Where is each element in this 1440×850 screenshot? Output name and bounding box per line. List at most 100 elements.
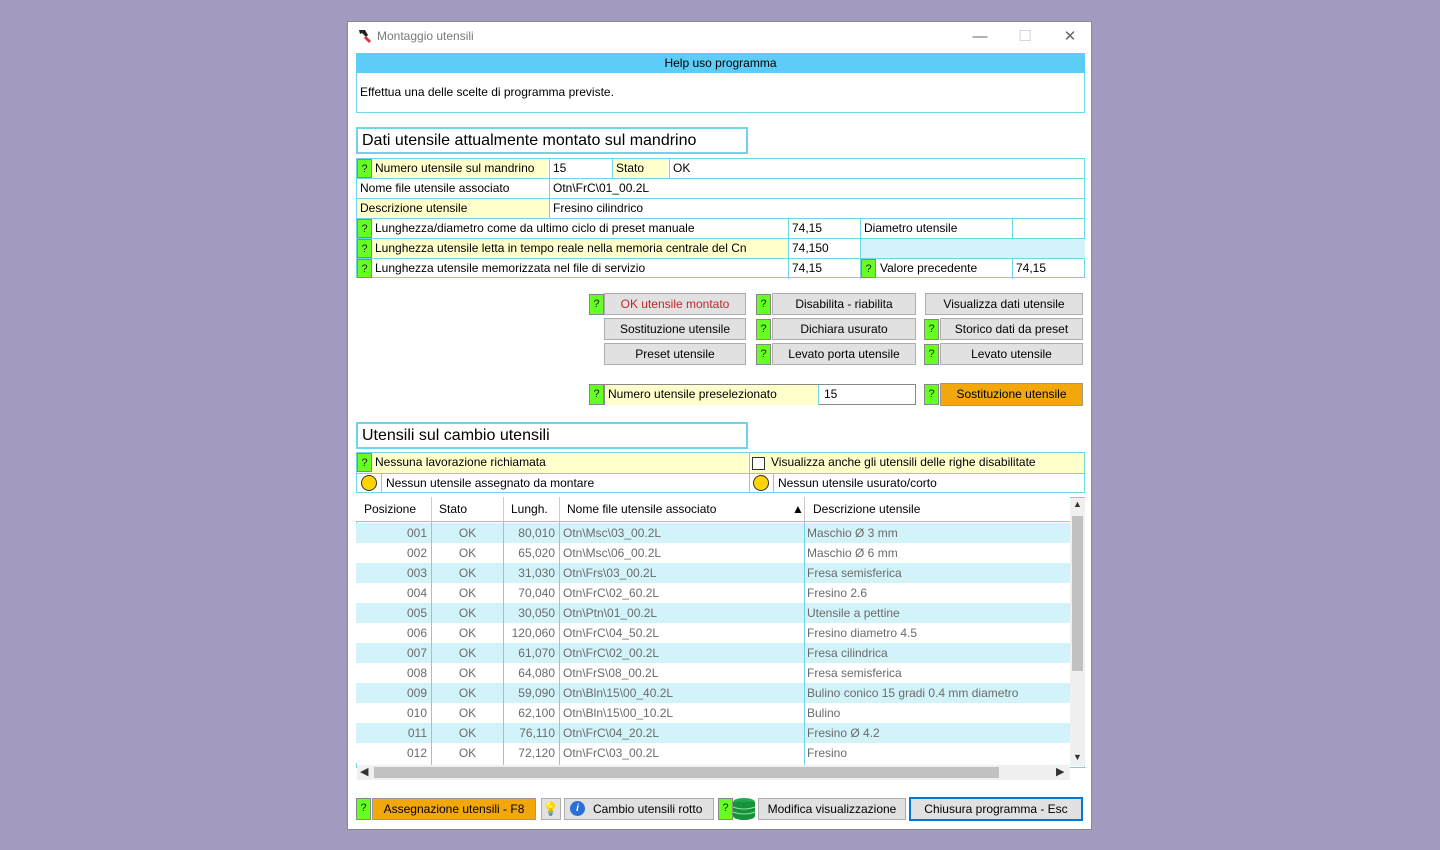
close-program-button[interactable]: Chiusura programma - Esc (909, 797, 1083, 821)
diameter-label: Diametro utensile (864, 221, 958, 235)
help-question-icon[interactable]: ? (357, 453, 372, 472)
preset-history-button[interactable]: Storico dati da preset (940, 318, 1083, 340)
current-tool-table: ? Numero utensile sul mandrino 15 Stato … (356, 158, 1085, 279)
horizontal-scrollbar[interactable]: ◀ ▶ (357, 765, 1070, 780)
help-question-icon[interactable]: ? (756, 319, 771, 340)
cell-state: OK (458, 546, 477, 560)
help-question-icon[interactable]: ? (924, 344, 939, 365)
cell-position: 006 (406, 626, 427, 640)
table-row[interactable]: 006 OK 120,060 Otn\FrC\04_50.2L Fresino diam… (356, 623, 1070, 643)
help-question-icon[interactable]: ? (756, 344, 771, 365)
cell-file: Otn\Bln\15\00_10.2L (563, 706, 674, 720)
view-tool-data-button[interactable]: Visualizza dati utensile (925, 293, 1083, 315)
tools-grid[interactable]: Posizione Stato Lungh. Nome file utensil… (356, 497, 1070, 765)
scroll-left-icon[interactable]: ◀ (360, 765, 368, 778)
cell-description: Fresa semisferica (807, 666, 902, 680)
cell-file: Otn\Bln\15\00_40.2L (563, 686, 674, 700)
help-question-icon[interactable]: ? (357, 239, 372, 258)
lightbulb-icon[interactable]: 💡 (541, 798, 561, 820)
column-header-description[interactable]: Descrizione utensile (813, 499, 920, 519)
modify-view-button[interactable]: Modifica visualizzazione (758, 798, 906, 820)
cell-description: Utensile a pettine (807, 606, 900, 620)
len-preset-value: 74,15 (792, 221, 823, 235)
declare-worn-button[interactable]: Dichiara usurato (772, 318, 916, 340)
help-question-icon[interactable]: ? (861, 259, 876, 278)
replace-tool-button[interactable]: Sostituzione utensile (604, 318, 746, 340)
cell-state: OK (458, 586, 477, 600)
scroll-down-icon[interactable]: ▼ (1073, 752, 1082, 762)
help-question-icon[interactable]: ? (924, 384, 939, 405)
info-icon: i (570, 801, 585, 816)
help-question-icon[interactable]: ? (756, 294, 771, 315)
cell-state: OK (458, 646, 477, 660)
cell-state: OK (458, 706, 477, 720)
holder-removed-button[interactable]: Levato porta utensile (772, 343, 916, 365)
minimize-icon[interactable]: — (957, 22, 1003, 50)
cell-position: 012 (406, 746, 427, 760)
table-row[interactable]: 004 OK 70,040 Otn\FrC\02_60.2L Fresino 2.6 (356, 583, 1070, 603)
cell-description: Fresino Ø 4.2 (807, 726, 880, 740)
replace-preselected-button[interactable]: Sostituzione utensile (940, 383, 1083, 406)
state-value: OK (673, 161, 691, 175)
show-disabled-label[interactable]: Visualizza anche gli utensili delle righ… (768, 453, 1084, 473)
no-assigned-label: Nessun utensile assegnato da montare (386, 476, 595, 490)
cell-state: OK (458, 666, 477, 680)
state-label: Stato (613, 159, 668, 179)
cell-length: 61,070 (518, 646, 555, 660)
file-value: Otn\FrC\01_00.2L (553, 181, 650, 195)
help-question-icon[interactable]: ? (924, 319, 939, 340)
close-icon[interactable]: ✕ (1047, 22, 1093, 50)
scroll-right-icon[interactable]: ▶ (1056, 765, 1064, 778)
cell-file: Otn\FrC\04_20.2L (563, 726, 660, 740)
help-question-icon[interactable]: ? (357, 219, 372, 238)
help-question-icon[interactable]: ? (589, 294, 604, 315)
assign-tools-button[interactable]: Assegnazione utensili - F8 (372, 798, 536, 820)
tool-removed-button[interactable]: Levato utensile (940, 343, 1083, 365)
table-row[interactable]: 007 OK 61,070 Otn\FrC\02_00.2L Fresa cilindr… (356, 643, 1070, 663)
cell-position: 011 (407, 726, 427, 740)
cell-length: 64,080 (518, 666, 555, 680)
help-question-icon[interactable]: ? (356, 798, 371, 820)
table-row[interactable]: 012 OK 72,120 Otn\FrC\03_00.2L Fresino (356, 743, 1070, 763)
cell-position: 004 (406, 586, 427, 600)
column-header-state[interactable]: Stato (439, 499, 467, 519)
len-realtime-label: Lunghezza utensile letta in tempo reale … (372, 239, 788, 259)
cell-state: OK (458, 526, 477, 540)
table-row[interactable]: 011 OK 76,110 Otn\FrC\04_20.2L Fresino Ø 4.2 (356, 723, 1070, 743)
table-row[interactable]: 002 OK 65,020 Otn\Msc\06_00.2L Maschio Ø 6 m… (356, 543, 1070, 563)
preselect-label: Numero utensile preselezionato (605, 385, 819, 405)
tool-number-label: Numero utensile sul mandrino (372, 159, 548, 179)
vertical-scrollbar[interactable]: ▲ ▼ (1070, 498, 1085, 766)
table-row[interactable]: 009 OK 59,090 Otn\Bln\15\00_40.2L Bulino con… (356, 683, 1070, 703)
table-row[interactable]: 003 OK 31,030 Otn\Frs\03_00.2L Fresa semisfe… (356, 563, 1070, 583)
vertical-scroll-thumb[interactable] (1072, 516, 1083, 671)
help-question-icon[interactable]: ? (357, 259, 372, 278)
scroll-up-icon[interactable]: ▲ (1073, 499, 1082, 509)
show-disabled-checkbox[interactable] (752, 457, 765, 470)
help-question-icon[interactable]: ? (718, 798, 733, 820)
cell-file: Otn\FrC\02_00.2L (563, 646, 660, 660)
table-row[interactable]: 001 OK 80,010 Otn\Msc\03_00.2L Maschio Ø 3 m… (356, 523, 1070, 543)
horizontal-scroll-thumb[interactable] (374, 767, 999, 778)
title-bar: Montaggio utensili — ☐ ✕ (348, 22, 1091, 50)
len-realtime-value: 74,150 (792, 241, 829, 255)
maximize-icon[interactable]: ☐ (1002, 22, 1048, 50)
tool-number-value: 15 (553, 161, 567, 175)
cell-state: OK (458, 606, 477, 620)
cell-description: Bulino conico 15 gradi 0.4 mm diametro (807, 686, 1019, 700)
preset-tool-button[interactable]: Preset utensile (604, 343, 746, 365)
preselect-value[interactable]: 15 (821, 385, 915, 405)
help-question-icon[interactable]: ? (357, 159, 372, 178)
table-row[interactable]: 008 OK 64,080 Otn\FrS\08_00.2L Fresa semisfe… (356, 663, 1070, 683)
column-header-position[interactable]: Posizione (364, 499, 416, 519)
column-header-length[interactable]: Lungh. (511, 499, 548, 519)
column-header-file[interactable]: Nome file utensile associato (567, 499, 716, 519)
len-stored-label: Lunghezza utensile memorizzata nel file … (375, 261, 646, 275)
help-question-icon[interactable]: ? (589, 384, 604, 405)
table-row[interactable]: 010 OK 62,100 Otn\Bln\15\00_10.2L Bulino (356, 703, 1070, 723)
table-row[interactable]: 005 OK 30,050 Otn\Ptn\01_00.2L Utensile a pe… (356, 603, 1070, 623)
disable-enable-button[interactable]: Disabilita - riabilita (772, 293, 916, 315)
file-label: Nome file utensile associato (360, 181, 510, 195)
broken-tool-change-button[interactable]: i Cambio utensili rotto (564, 798, 714, 820)
ok-tool-mounted-button[interactable]: OK utensile montato (604, 293, 746, 315)
